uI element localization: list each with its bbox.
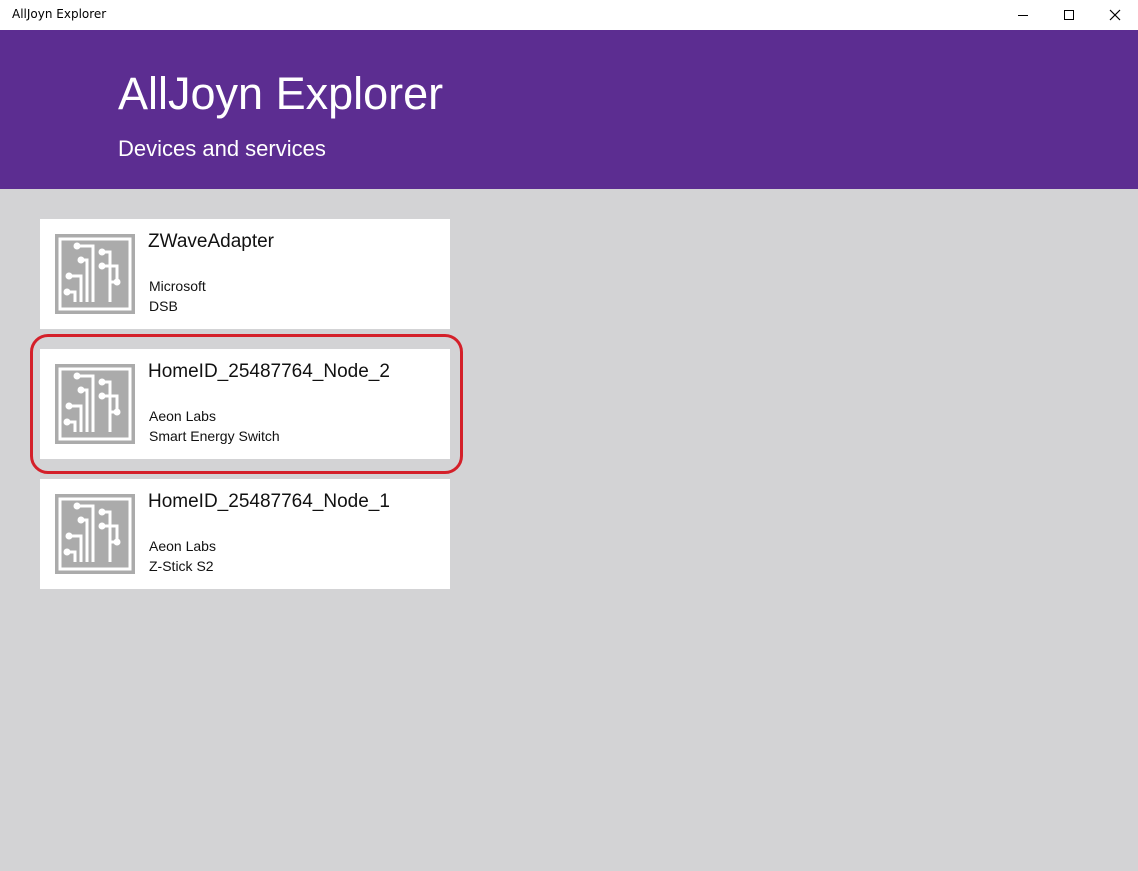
device-card-node-1[interactable]: HomeID_25487764_Node_1 Aeon Labs Z-Stick… (40, 479, 450, 589)
circuit-board-icon (55, 364, 135, 444)
app-title: AllJoyn Explorer (118, 68, 444, 119)
close-icon (1109, 9, 1121, 21)
device-model: Z-Stick S2 (149, 558, 214, 574)
window-title: AllJoyn Explorer (12, 7, 107, 21)
close-button[interactable] (1092, 0, 1138, 30)
device-card-node-2[interactable]: HomeID_25487764_Node_2 Aeon Labs Smart E… (40, 349, 450, 459)
app-subtitle: Devices and services (118, 136, 326, 161)
minimize-button[interactable] (1000, 0, 1046, 30)
maximize-icon (1064, 10, 1074, 20)
device-name: ZWaveAdapter (148, 231, 275, 252)
minimize-icon (1018, 15, 1028, 16)
device-manufacturer: Microsoft (149, 278, 206, 294)
device-list: ZWaveAdapter Microsoft DSB HomeID_254877… (0, 189, 1138, 871)
app-header: AllJoyn Explorer Devices and services (0, 30, 1138, 189)
maximize-button[interactable] (1046, 0, 1092, 30)
device-name: HomeID_25487764_Node_2 (148, 361, 390, 382)
device-card-zwaveadapter[interactable]: ZWaveAdapter Microsoft DSB (40, 219, 450, 329)
device-manufacturer: Aeon Labs (149, 538, 216, 554)
circuit-board-icon (55, 494, 135, 574)
device-model: DSB (149, 298, 178, 314)
device-model: Smart Energy Switch (149, 428, 280, 444)
circuit-board-icon (55, 234, 135, 314)
window-titlebar: AllJoyn Explorer (0, 0, 1138, 30)
device-manufacturer: Aeon Labs (149, 408, 216, 424)
device-name: HomeID_25487764_Node_1 (148, 491, 390, 512)
